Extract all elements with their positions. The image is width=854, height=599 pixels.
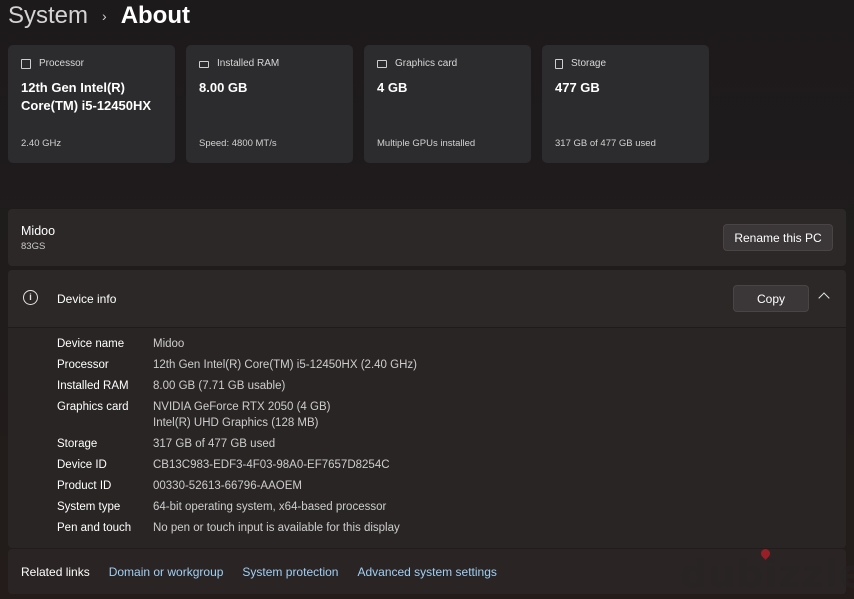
processor-icon: [21, 58, 31, 69]
pc-model: 83GS: [21, 241, 46, 252]
rename-pc-button[interactable]: Rename this PC: [723, 224, 833, 251]
card-label: Processor: [39, 58, 85, 69]
ram-icon: [199, 61, 209, 68]
pc-name-panel: Midoo 83GS Rename this PC: [8, 209, 846, 266]
device-info-title: Device info: [57, 292, 117, 306]
breadcrumb: System › About: [8, 0, 190, 32]
card-processor: Processor 12th Gen Intel(R) Core(TM) i5-…: [8, 45, 175, 163]
link-domain-or-workgroup[interactable]: Domain or workgroup: [109, 565, 224, 579]
breadcrumb-chevron-icon: ›: [102, 8, 107, 24]
graphics-card-icon: [377, 59, 387, 68]
card-value: 4 GB: [377, 80, 408, 95]
breadcrumb-system[interactable]: System: [8, 2, 88, 30]
card-storage: Storage 477 GB 317 GB of 477 GB used: [542, 45, 709, 163]
copy-button[interactable]: Copy: [733, 285, 809, 312]
card-graphics: Graphics card 4 GB Multiple GPUs install…: [364, 45, 531, 163]
card-value: 12th Gen Intel(R) Core(TM) i5-12450HX: [21, 80, 152, 113]
chevron-up-icon[interactable]: [818, 292, 830, 304]
pc-name: Midoo: [21, 224, 56, 238]
card-label: Storage: [571, 58, 607, 69]
device-info-panel: i Device info Copy Device name Midoo Pro…: [8, 270, 846, 548]
card-sub: Speed: 4800 MT/s: [199, 138, 277, 149]
card-label: Installed RAM: [217, 58, 280, 69]
card-sub: 2.40 GHz: [21, 138, 62, 149]
card-value: 477 GB: [555, 80, 600, 95]
link-advanced-system-settings[interactable]: Advanced system settings: [357, 565, 496, 579]
related-links-label: Related links: [21, 564, 90, 579]
storage-icon: [555, 58, 563, 69]
card-value: 8.00 GB: [199, 80, 248, 95]
card-ram: Installed RAM 8.00 GB Speed: 4800 MT/s: [186, 45, 353, 163]
page-title: About: [120, 2, 190, 29]
link-system-protection[interactable]: System protection: [242, 565, 338, 579]
card-sub: 317 GB of 477 GB used: [555, 138, 656, 149]
watermark: dubizzle: [680, 552, 854, 596]
card-sub: Multiple GPUs installed: [377, 138, 476, 149]
info-icon: i: [23, 290, 38, 305]
card-label: Graphics card: [395, 58, 458, 69]
device-info-header[interactable]: i Device info Copy: [8, 270, 846, 328]
spec-cards: Processor 12th Gen Intel(R) Core(TM) i5-…: [8, 45, 709, 163]
